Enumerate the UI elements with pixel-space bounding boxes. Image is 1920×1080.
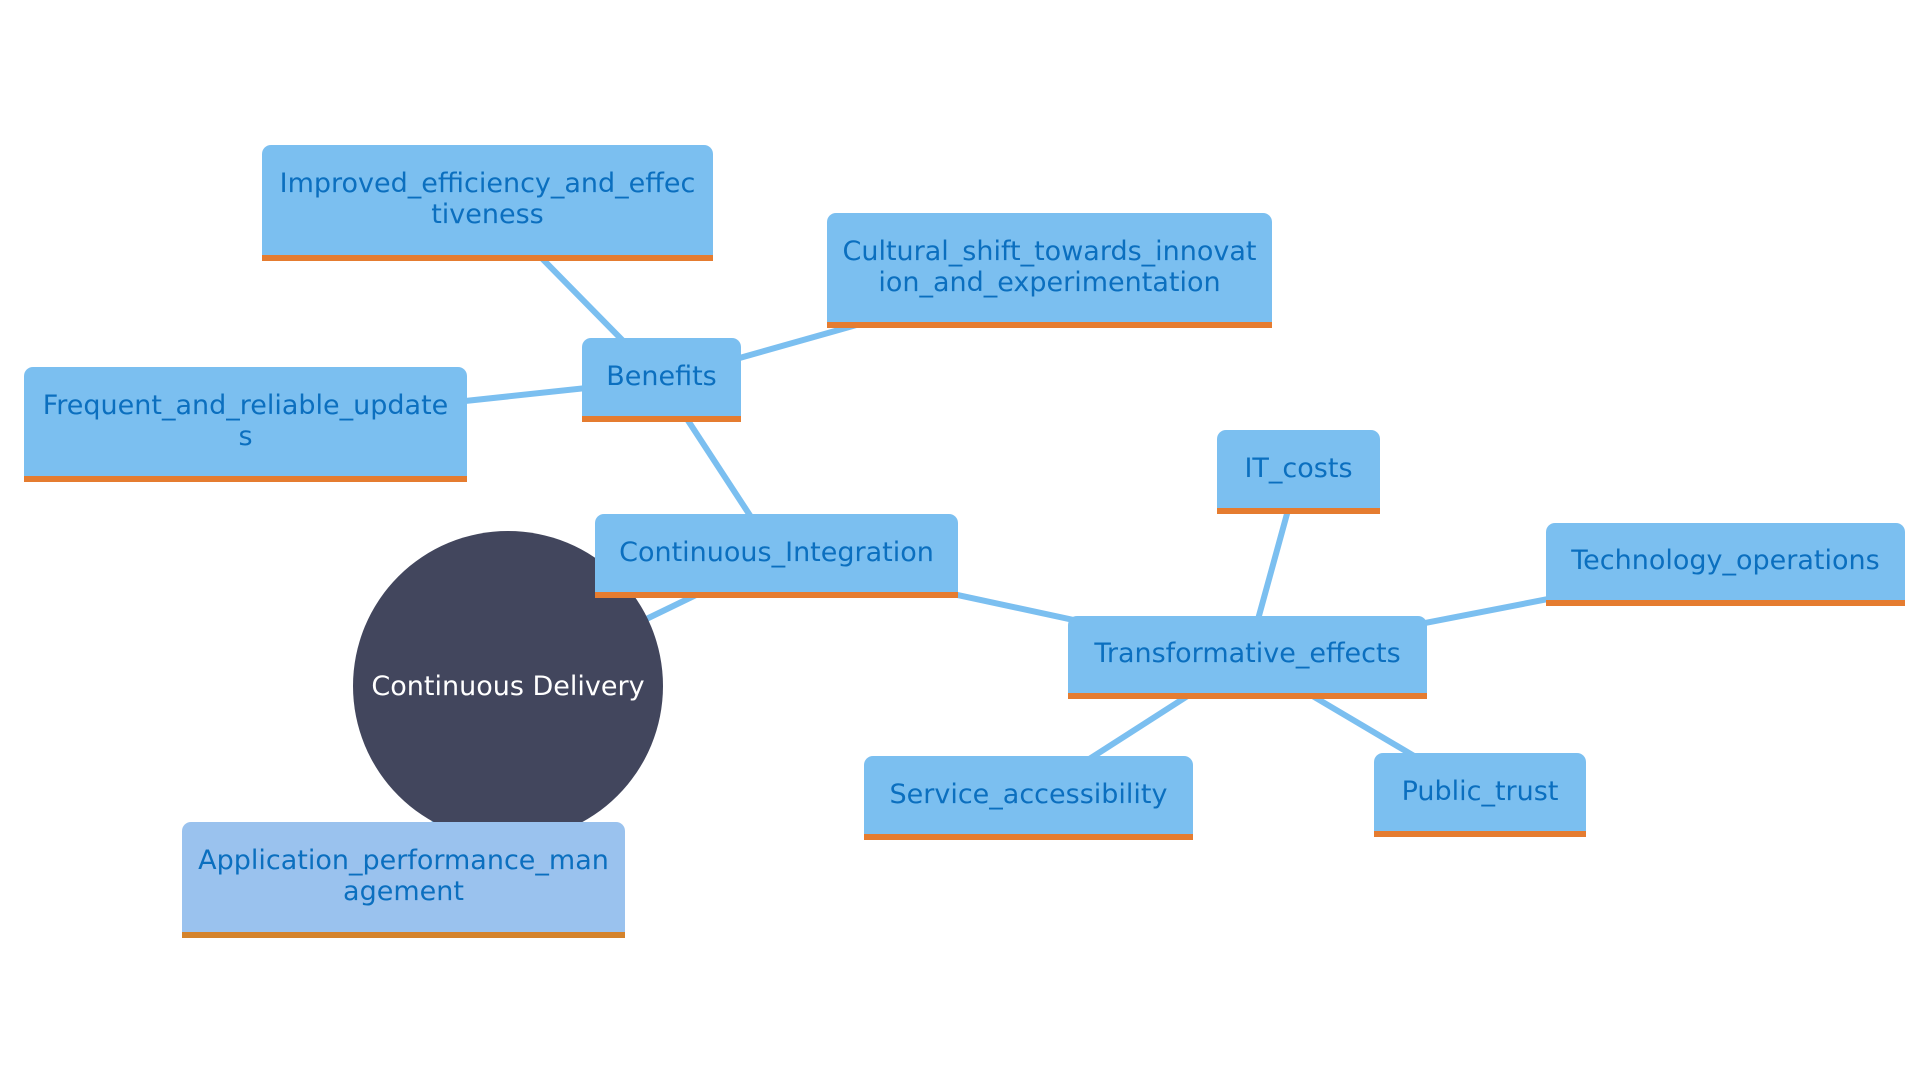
node-continuous-integration[interactable]: Continuous_Integration [595,514,958,598]
node-label: Transformative_effects [1094,638,1401,669]
node-it-costs[interactable]: IT_costs [1217,430,1380,514]
node-label: Service_accessibility [889,778,1168,810]
node-label: IT_costs [1244,452,1353,484]
node-label: Public_trust [1401,775,1559,807]
node-service-accessibility[interactable]: Service_accessibility [864,756,1193,840]
node-benefits[interactable]: Benefits [582,338,741,422]
node-label: Benefits [606,360,717,392]
root-label: Continuous Delivery [371,670,645,702]
node-label: Cultural_shift_towards_innovation_and_ex… [842,235,1257,298]
node-public-trust[interactable]: Public_trust [1374,753,1586,837]
node-label: Application_performance_management [198,845,609,907]
node-cultural-shift[interactable]: Cultural_shift_towards_innovation_and_ex… [827,213,1272,328]
node-label: Continuous_Integration [619,536,934,568]
node-label: Improved_efficiency_and_effectiveness [279,168,696,230]
node-technology-operations[interactable]: Technology_operations [1546,523,1905,606]
node-label: Frequent_and_reliable_updates [42,389,449,452]
node-frequent-updates[interactable]: Frequent_and_reliable_updates [24,367,467,482]
node-transformative-effects[interactable]: Transformative_effects [1068,616,1427,699]
node-label: Technology_operations [1571,545,1880,576]
node-application-performance-management[interactable]: Application_performance_management [182,822,625,938]
node-improved-efficiency[interactable]: Improved_efficiency_and_effectiveness [262,145,713,261]
